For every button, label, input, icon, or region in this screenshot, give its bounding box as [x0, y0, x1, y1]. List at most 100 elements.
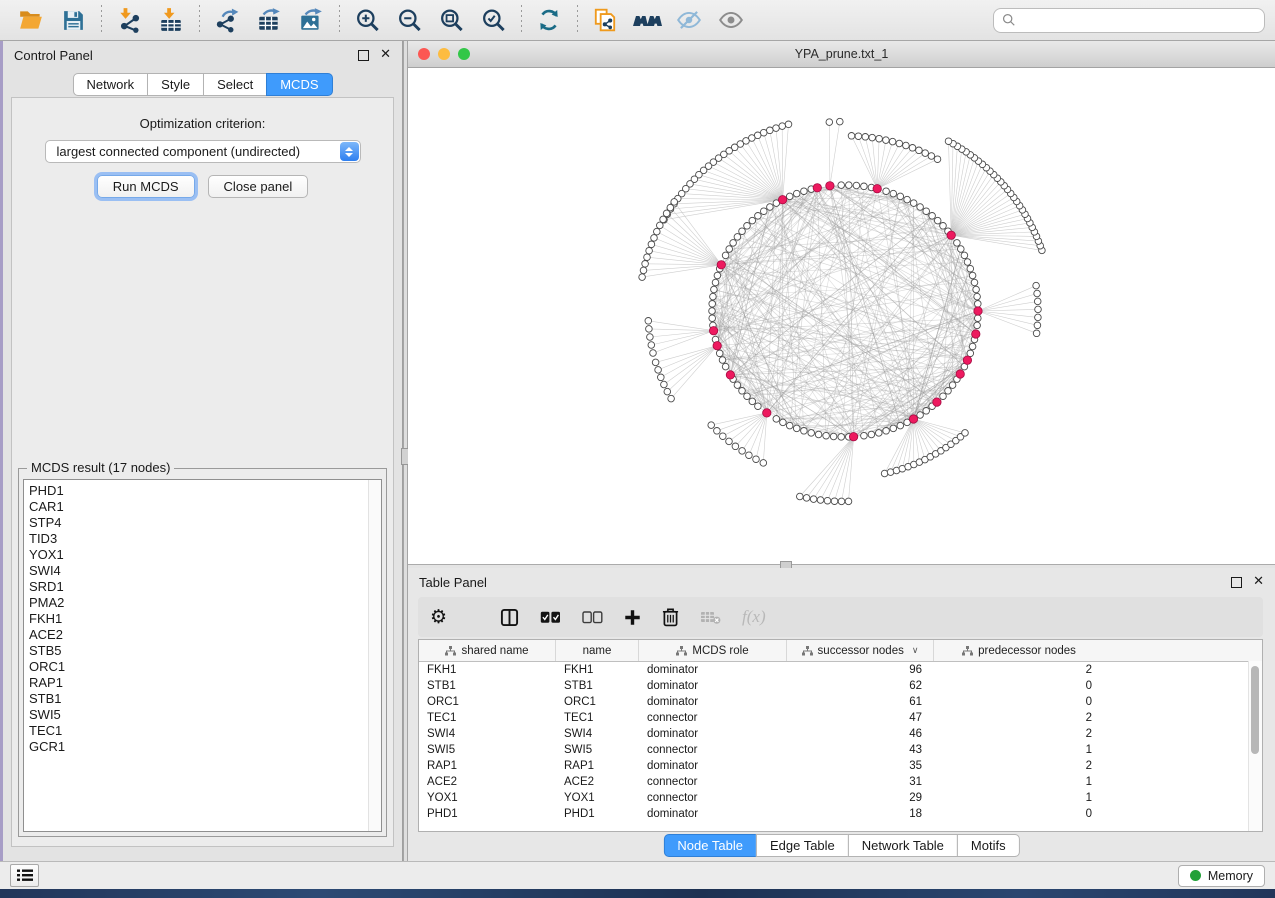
graph-node[interactable] — [830, 433, 837, 440]
graph-node[interactable] — [732, 443, 739, 450]
mcds-result-item[interactable]: CAR1 — [29, 499, 381, 515]
graph-node[interactable] — [889, 138, 896, 145]
table-row[interactable]: YOX1YOX1connector291 — [419, 790, 1262, 806]
graph-node[interactable] — [709, 301, 716, 308]
graph-node[interactable] — [714, 272, 721, 279]
graph-node[interactable] — [726, 438, 733, 445]
graph-node[interactable] — [654, 228, 661, 235]
refresh-layout-icon[interactable] — [532, 4, 566, 36]
import-network-icon[interactable] — [112, 4, 146, 36]
maximize-window-icon[interactable] — [458, 48, 470, 60]
select-all-columns-icon[interactable] — [540, 611, 561, 624]
graph-node[interactable] — [815, 431, 822, 438]
graph-node[interactable] — [846, 182, 853, 189]
graph-node[interactable] — [801, 188, 808, 195]
mcds-result-item[interactable]: SWI4 — [29, 563, 381, 579]
unselect-all-columns-icon[interactable] — [582, 611, 603, 624]
graph-node[interactable] — [1034, 322, 1041, 329]
show-details-icon[interactable] — [714, 4, 748, 36]
close-panel-icon[interactable]: ✕ — [1253, 577, 1264, 587]
graph-node[interactable] — [660, 216, 667, 223]
graph-hub-node[interactable] — [947, 231, 955, 239]
close-panel-icon[interactable]: ✕ — [380, 50, 391, 60]
list-scrollbar[interactable] — [368, 480, 381, 831]
graph-node[interactable] — [645, 318, 652, 325]
graph-node[interactable] — [797, 493, 804, 500]
graph-hub-node[interactable] — [713, 342, 721, 350]
graph-node[interactable] — [974, 293, 981, 300]
graph-node[interactable] — [971, 279, 978, 286]
graph-node[interactable] — [945, 138, 952, 145]
graph-node[interactable] — [650, 350, 657, 357]
graph-node[interactable] — [962, 430, 969, 437]
graph-node[interactable] — [746, 452, 753, 459]
graph-node[interactable] — [845, 498, 852, 505]
graph-node[interactable] — [767, 204, 774, 211]
graph-node[interactable] — [646, 247, 653, 254]
graph-node[interactable] — [940, 223, 947, 230]
optimization-criterion-select[interactable]: largest connected component (undirected) — [45, 140, 361, 163]
hide-details-icon[interactable] — [672, 4, 706, 36]
tab-select[interactable]: Select — [203, 73, 267, 96]
mcds-result-item[interactable]: TID3 — [29, 531, 381, 547]
graph-node[interactable] — [923, 408, 930, 415]
network-canvas[interactable] — [408, 68, 1275, 564]
graph-node[interactable] — [646, 326, 653, 333]
graph-node[interactable] — [1033, 282, 1040, 289]
task-history-button[interactable] — [10, 864, 39, 887]
graph-node[interactable] — [945, 388, 952, 395]
open-file-icon[interactable] — [14, 4, 48, 36]
graph-node[interactable] — [709, 308, 716, 315]
table-row[interactable]: STB1STB1dominator620 — [419, 678, 1262, 694]
graph-node[interactable] — [710, 293, 717, 300]
graph-node[interactable] — [714, 428, 721, 435]
mcds-result-item[interactable]: YOX1 — [29, 547, 381, 563]
graph-node[interactable] — [793, 425, 800, 432]
sort-chevron-icon[interactable]: ∨ — [912, 646, 919, 656]
mcds-result-list[interactable]: PHD1CAR1STP4TID3YOX1SWI4SRD1PMA2FKH1ACE2… — [23, 479, 382, 832]
graph-node[interactable] — [667, 204, 674, 211]
graph-hub-node[interactable] — [778, 196, 786, 204]
graph-node[interactable] — [644, 254, 651, 261]
graph-node[interactable] — [647, 334, 654, 341]
graph-hub-node[interactable] — [972, 330, 980, 338]
minimize-window-icon[interactable] — [438, 48, 450, 60]
graph-hub-node[interactable] — [909, 415, 917, 423]
export-image-icon[interactable] — [294, 4, 328, 36]
network-window-titlebar[interactable]: YPA_prune.txt_1 — [408, 41, 1275, 68]
graph-node[interactable] — [773, 416, 780, 423]
graph-node[interactable] — [730, 240, 737, 247]
graph-node[interactable] — [652, 359, 659, 366]
graph-node[interactable] — [949, 382, 956, 389]
graph-node[interactable] — [810, 496, 817, 503]
graph-node[interactable] — [664, 388, 671, 395]
graph-hub-node[interactable] — [826, 182, 834, 190]
graph-node[interactable] — [916, 147, 923, 154]
run-mcds-button[interactable]: Run MCDS — [97, 175, 195, 198]
graph-node[interactable] — [722, 252, 729, 259]
zoom-in-icon[interactable] — [350, 4, 384, 36]
graph-node[interactable] — [969, 272, 976, 279]
graph-node[interactable] — [663, 210, 670, 217]
graph-node[interactable] — [716, 350, 723, 357]
graph-node[interactable] — [823, 432, 830, 439]
graph-node[interactable] — [739, 448, 746, 455]
mcds-result-item[interactable]: SRD1 — [29, 579, 381, 595]
float-panel-icon[interactable] — [358, 50, 369, 61]
graph-node[interactable] — [824, 497, 831, 504]
close-panel-button[interactable]: Close panel — [208, 175, 309, 198]
table-row[interactable]: ACE2ACE2connector311 — [419, 774, 1262, 790]
graph-node[interactable] — [779, 123, 786, 130]
graph-node[interactable] — [853, 182, 860, 189]
mcds-result-item[interactable]: STP4 — [29, 515, 381, 531]
mcds-result-item[interactable]: PMA2 — [29, 595, 381, 611]
table-row[interactable]: TEC1TEC1connector472 — [419, 710, 1262, 726]
graph-node[interactable] — [773, 125, 780, 132]
graph-node[interactable] — [903, 142, 910, 149]
graph-node[interactable] — [709, 315, 716, 322]
graph-hub-node[interactable] — [717, 261, 725, 269]
tab-edge-table[interactable]: Edge Table — [756, 834, 849, 857]
graph-node[interactable] — [793, 190, 800, 197]
network-graph[interactable] — [408, 68, 1275, 564]
graph-node[interactable] — [648, 241, 655, 248]
